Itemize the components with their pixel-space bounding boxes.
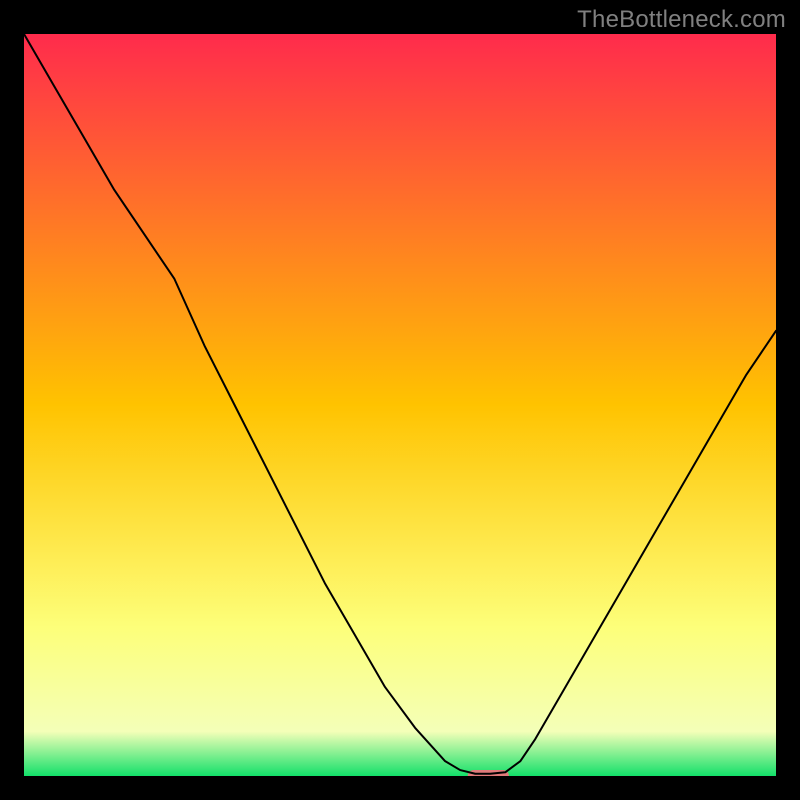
bottleneck-chart	[24, 34, 776, 776]
watermark-label: TheBottleneck.com	[577, 6, 786, 34]
gradient-background	[24, 34, 776, 776]
chart-frame: TheBottleneck.com	[0, 0, 800, 800]
plot-area	[24, 34, 776, 776]
